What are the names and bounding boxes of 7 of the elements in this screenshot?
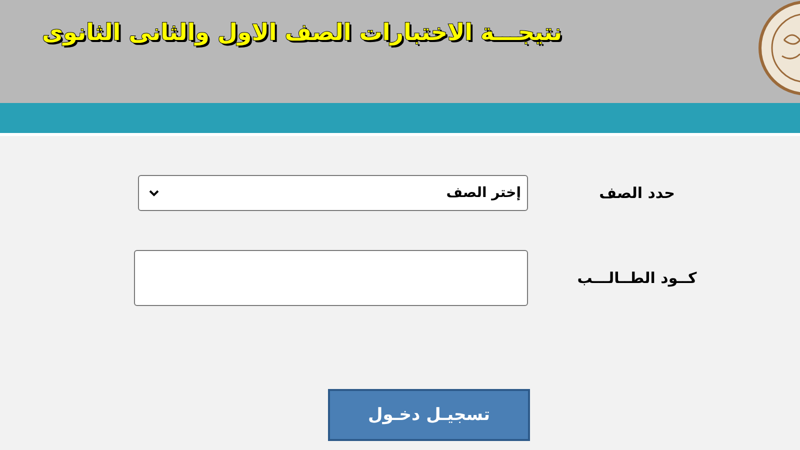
caret-icon (149, 190, 159, 196)
page-title: نتيجـــة الاختبارات الصف الاول والثانى الثانوى (42, 20, 562, 46)
input-field[interactable] (134, 250, 528, 306)
login-button[interactable]: تسجيـل دخـول (328, 389, 530, 441)
field-label: كــود الطــالـــب (576, 269, 698, 287)
field-label: حدد الصف (598, 184, 676, 202)
grade-dropdown[interactable]: إختر الصف (138, 175, 528, 211)
